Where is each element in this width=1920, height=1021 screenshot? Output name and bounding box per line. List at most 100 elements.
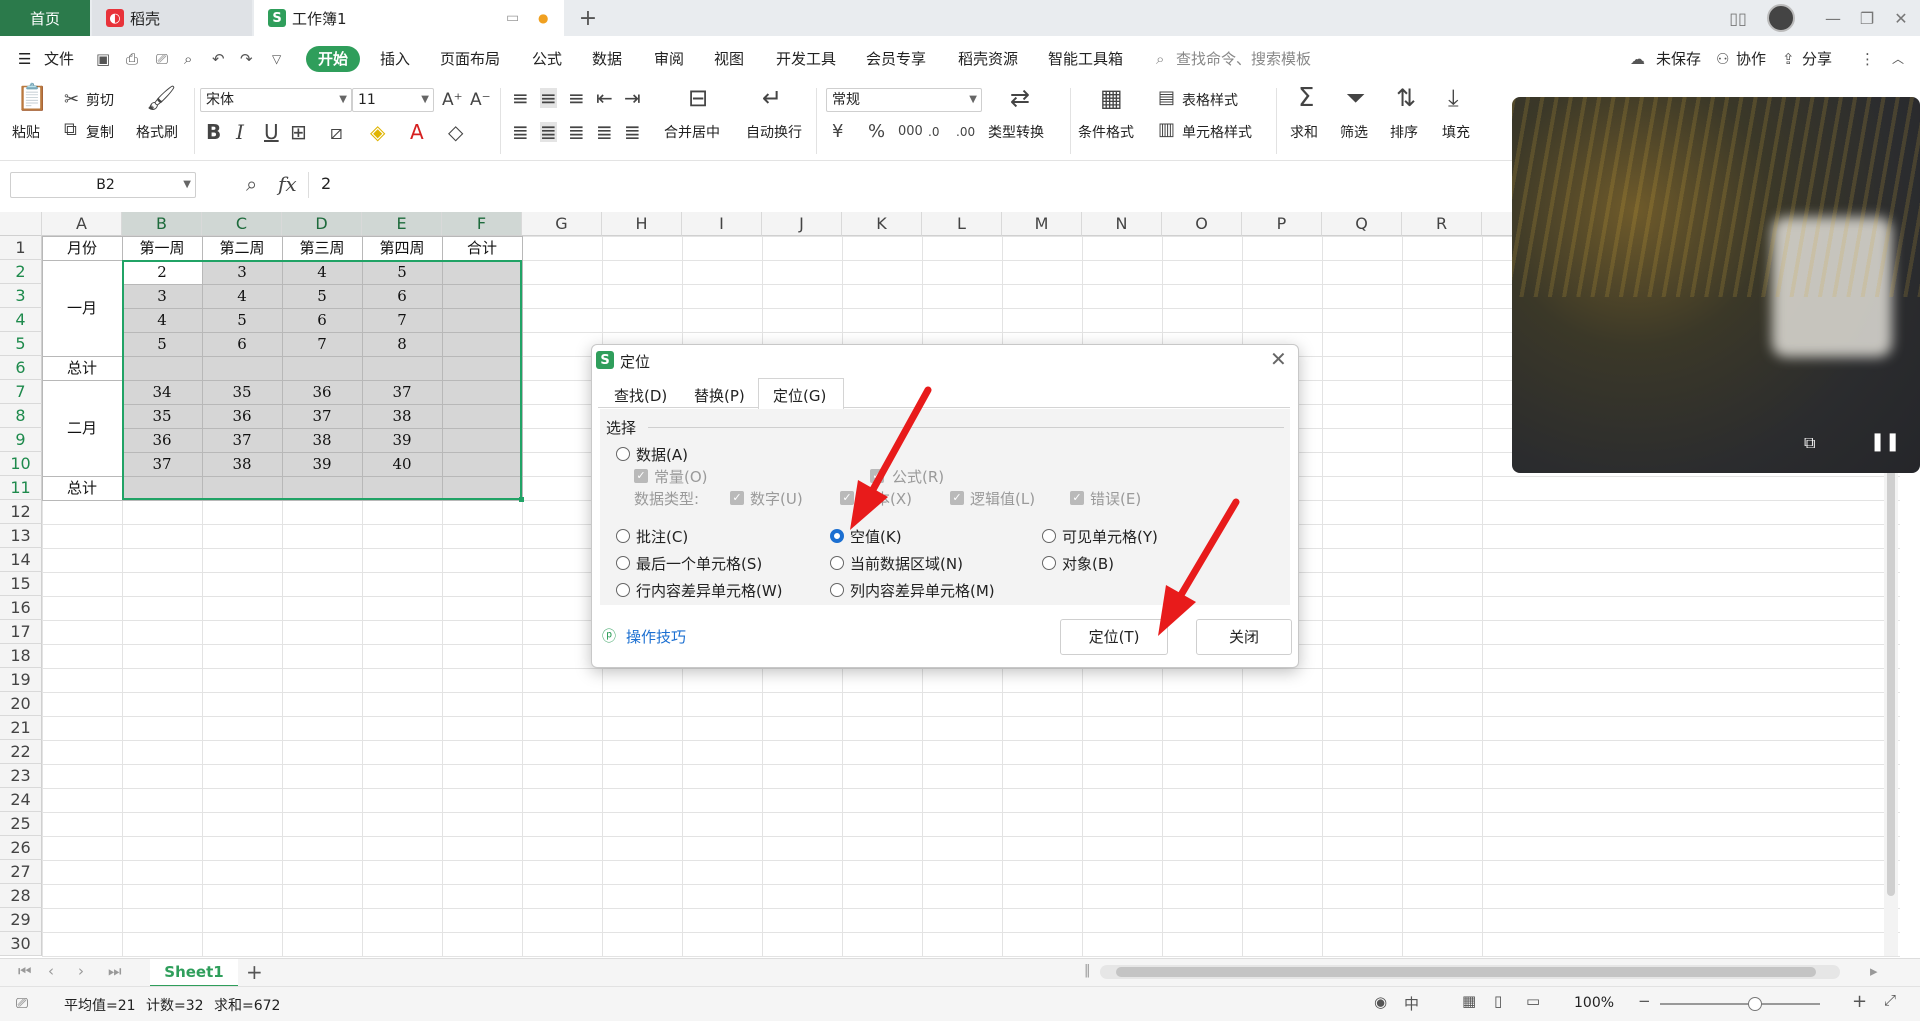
row-header-24[interactable]: 24 <box>0 788 42 812</box>
page-layout-view-icon[interactable]: ▯ <box>1494 992 1502 1010</box>
header-cell[interactable]: 第一周 <box>122 236 202 260</box>
scrollbar-thumb[interactable] <box>1116 967 1816 977</box>
header-cell[interactable]: 第四周 <box>362 236 442 260</box>
align-left-icon[interactable]: ≣ <box>512 122 529 142</box>
row-header-1[interactable]: 1 <box>0 236 42 260</box>
menu-docer-resources[interactable]: 稻壳资源 <box>958 46 1018 72</box>
currency-icon[interactable]: ¥ <box>832 122 843 142</box>
data-cell[interactable]: 34 <box>122 380 202 404</box>
column-header-R[interactable]: R <box>1402 212 1482 236</box>
format-painter-button[interactable]: 格式刷 <box>136 122 178 142</box>
italic-button[interactable]: I <box>236 122 244 142</box>
name-box[interactable]: B2 ▼ <box>10 172 196 198</box>
checkbox-logical[interactable]: ✓ <box>950 491 964 505</box>
data-cell[interactable]: 6 <box>282 308 362 332</box>
menu-developer[interactable]: 开发工具 <box>776 46 836 72</box>
data-cell[interactable]: 6 <box>202 332 282 356</box>
data-cell[interactable]: 3 <box>202 260 282 284</box>
zoom-level[interactable]: 100% <box>1574 995 1614 1011</box>
total-label-cell[interactable]: 总计 <box>42 476 122 500</box>
header-cell[interactable]: 第三周 <box>282 236 362 260</box>
tab-docer[interactable]: ◐ 稻壳 <box>92 0 252 36</box>
row-header-22[interactable]: 22 <box>0 740 42 764</box>
filter-button[interactable]: 筛选 <box>1340 122 1368 142</box>
radio-comment[interactable] <box>616 529 630 543</box>
wrap-text-button[interactable]: 自动换行 <box>746 122 802 142</box>
close-button[interactable]: 关闭 <box>1196 619 1292 655</box>
column-header-O[interactable]: O <box>1162 212 1242 236</box>
menu-data[interactable]: 数据 <box>592 46 622 72</box>
type-convert-button[interactable]: 类型转换 <box>988 122 1044 142</box>
preview-icon[interactable]: ⌕ <box>184 46 192 72</box>
header-cell[interactable]: 第二周 <box>202 236 282 260</box>
menu-member[interactable]: 会员专享 <box>866 46 926 72</box>
data-cell[interactable]: 37 <box>362 380 442 404</box>
first-sheet-icon[interactable]: ⏮ <box>18 962 32 980</box>
font-color-icon[interactable]: A <box>410 122 424 142</box>
column-header-E[interactable]: E <box>362 212 442 236</box>
checkbox-text[interactable]: ✓ <box>840 491 854 505</box>
row-header-27[interactable]: 27 <box>0 860 42 884</box>
radio-col-diff[interactable] <box>830 583 844 597</box>
radio-visible[interactable] <box>1042 529 1056 543</box>
column-header-A[interactable]: A <box>42 212 122 236</box>
row-header-12[interactable]: 12 <box>0 500 42 524</box>
row-header-17[interactable]: 17 <box>0 620 42 644</box>
tips-link[interactable]: 操作技巧 <box>626 626 686 647</box>
cut-button[interactable]: 剪切 <box>86 90 114 110</box>
add-sheet-button[interactable]: + <box>246 960 263 984</box>
language-icon[interactable]: 中 <box>1404 993 1419 1014</box>
last-sheet-icon[interactable]: ⏭ <box>108 962 122 980</box>
fill-button[interactable]: 填充 <box>1442 122 1470 142</box>
checkbox-formula[interactable]: ✓ <box>870 469 884 483</box>
redo-icon[interactable]: ↷ <box>240 46 253 72</box>
row-header-8[interactable]: 8 <box>0 404 42 428</box>
row-header-11[interactable]: 11 <box>0 476 42 500</box>
fx-button[interactable]: fx <box>278 172 297 196</box>
merge-center-button[interactable]: 合并居中 <box>664 122 720 142</box>
radio-current-region[interactable] <box>830 556 844 570</box>
data-cell[interactable]: 8 <box>362 332 442 356</box>
horizontal-scrollbar[interactable] <box>1100 965 1840 979</box>
justify-icon[interactable]: ≣ <box>596 122 613 142</box>
thousands-icon[interactable]: 000 <box>898 122 923 142</box>
cell-fill-icon[interactable]: ⧄ <box>330 122 343 142</box>
menu-formula[interactable]: 公式 <box>532 46 562 72</box>
distribute-icon[interactable]: ≣ <box>624 122 641 142</box>
tab-replace[interactable]: 替换(P) <box>694 385 745 406</box>
menu-review[interactable]: 审阅 <box>654 46 684 72</box>
column-header-B[interactable]: B <box>122 212 202 236</box>
column-header-N[interactable]: N <box>1082 212 1162 236</box>
cell-style-button[interactable]: 单元格样式 <box>1182 122 1252 142</box>
tab-find[interactable]: 查找(D) <box>614 385 667 406</box>
menu-smart-toolbox[interactable]: 智能工具箱 <box>1048 46 1123 72</box>
command-search-input[interactable]: 查找命令、搜索模板 <box>1176 46 1311 72</box>
select-all-corner[interactable] <box>0 212 42 236</box>
data-cell[interactable]: 3 <box>122 284 202 308</box>
percent-icon[interactable]: % <box>868 122 885 142</box>
row-header-20[interactable]: 20 <box>0 692 42 716</box>
print-icon[interactable]: ⎚ <box>156 46 168 72</box>
row-header-7[interactable]: 7 <box>0 380 42 404</box>
dialog-close-icon[interactable]: ✕ <box>1270 347 1287 371</box>
row-header-5[interactable]: 5 <box>0 332 42 356</box>
data-cell[interactable]: 39 <box>362 428 442 452</box>
row-header-2[interactable]: 2 <box>0 260 42 284</box>
indent-increase-icon[interactable]: ⇥ <box>624 88 641 108</box>
collapse-ribbon-icon[interactable]: ︿ <box>1892 46 1904 72</box>
scroll-right-icon[interactable]: ▸ <box>1870 962 1878 980</box>
column-header-G[interactable]: G <box>522 212 602 236</box>
column-header-H[interactable]: H <box>602 212 682 236</box>
data-cell[interactable]: 7 <box>362 308 442 332</box>
radio-row-diff[interactable] <box>616 583 630 597</box>
unsaved-button[interactable]: 未保存 <box>1656 46 1701 72</box>
radio-data[interactable] <box>616 447 630 461</box>
fullscreen-icon[interactable]: ⤢ <box>1884 991 1896 1009</box>
increase-decimal-icon[interactable]: .0 <box>928 122 939 142</box>
hamburger-icon[interactable]: ☰ <box>18 46 31 72</box>
highlight-icon[interactable]: ◈ <box>370 122 385 142</box>
macro-record-icon[interactable]: ⎚ <box>16 994 28 1012</box>
row-header-30[interactable]: 30 <box>0 932 42 956</box>
menu-insert[interactable]: 插入 <box>380 46 410 72</box>
splitter-icon[interactable]: ‖ <box>1084 963 1091 978</box>
